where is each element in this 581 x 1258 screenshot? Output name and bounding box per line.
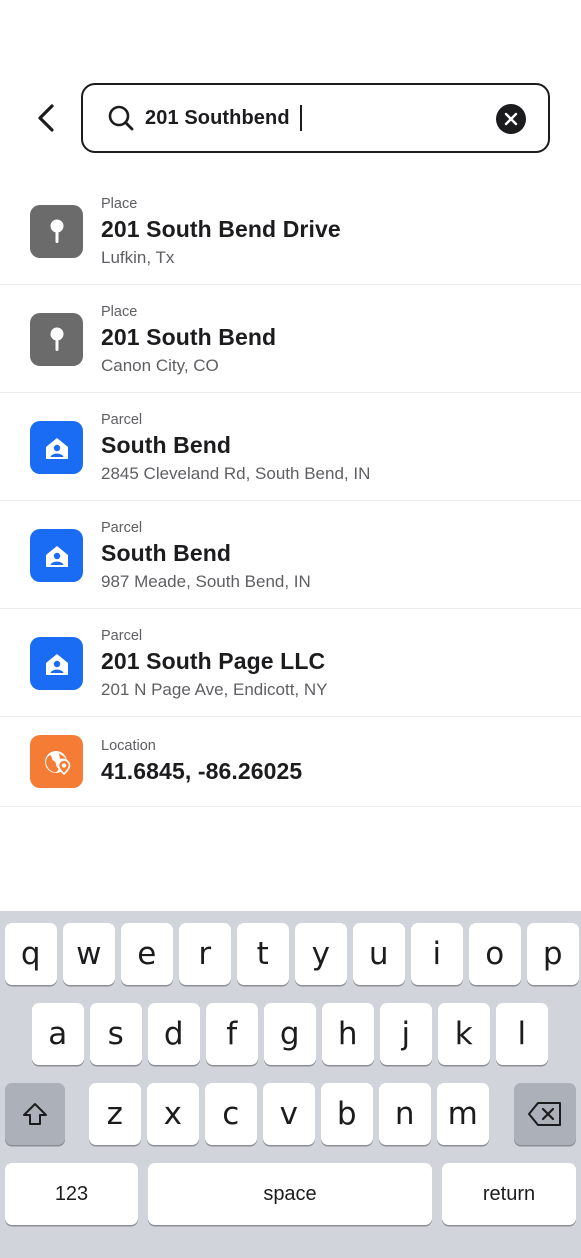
shift-arrow-icon: [23, 1103, 47, 1125]
key-x[interactable]: x: [147, 1083, 199, 1145]
key-s[interactable]: s: [90, 1003, 142, 1065]
parcel-owner-icon: [30, 421, 83, 474]
back-button[interactable]: [28, 99, 64, 137]
key-m[interactable]: m: [437, 1083, 489, 1145]
numbers-key[interactable]: 123: [5, 1163, 138, 1225]
key-z[interactable]: z: [89, 1083, 141, 1145]
pin-icon: [30, 205, 83, 258]
on-screen-keyboard: q w e r t y u i o p a s d f g h j k l z x c v b n m 123 space return: [0, 911, 581, 1258]
backspace-icon: [528, 1102, 561, 1126]
key-k[interactable]: k: [438, 1003, 490, 1065]
key-a[interactable]: a: [32, 1003, 84, 1065]
key-n[interactable]: n: [379, 1083, 431, 1145]
result-row-parcel[interactable]: Parcel South Bend 987 Meade, South Bend, I…: [0, 501, 581, 609]
key-c[interactable]: c: [205, 1083, 257, 1145]
result-subtitle: 2845 Cleveland Rd, South Bend, IN: [101, 464, 371, 483]
search-query-text: 201 Southbend: [145, 106, 290, 129]
key-h[interactable]: h: [322, 1003, 374, 1065]
key-i[interactable]: i: [411, 923, 463, 985]
key-y[interactable]: y: [295, 923, 347, 985]
search-input[interactable]: 201 Southbend: [81, 83, 550, 153]
result-text: Parcel 201 South Page LLC 201 N Page Ave, …: [101, 627, 328, 701]
result-row-parcel[interactable]: Parcel 201 South Page LLC 201 N Page Ave, …: [0, 609, 581, 717]
result-type-label: Location: [101, 738, 156, 754]
key-b[interactable]: b: [321, 1083, 373, 1145]
key-p[interactable]: p: [527, 923, 579, 985]
backspace-key[interactable]: [514, 1083, 576, 1145]
search-icon: [107, 104, 135, 132]
key-r[interactable]: r: [179, 923, 231, 985]
search-results-list: Place 201 South Bend Drive Lufkin, Tx Place…: [0, 177, 581, 807]
key-u[interactable]: u: [353, 923, 405, 985]
result-text: Location 41.6845, -86.26025: [101, 737, 302, 786]
result-title: 41.6845, -86.26025: [101, 758, 303, 784]
result-subtitle: Canon City, CO: [101, 356, 219, 375]
key-e[interactable]: e: [121, 923, 173, 985]
key-g[interactable]: g: [264, 1003, 316, 1065]
result-text: Parcel South Bend 987 Meade, South Bend, I…: [101, 519, 311, 593]
search-header: 201 Southbend: [0, 83, 581, 153]
return-key[interactable]: return: [442, 1163, 576, 1225]
result-type-label: Place: [101, 196, 138, 212]
parcel-owner-icon: [30, 637, 83, 690]
key-v[interactable]: v: [263, 1083, 315, 1145]
result-text: Place 201 South Bend Drive Lufkin, Tx: [101, 195, 341, 269]
result-type-label: Place: [101, 304, 138, 320]
chevron-left-icon: [38, 104, 54, 132]
key-f[interactable]: f: [206, 1003, 258, 1065]
result-subtitle: 201 N Page Ave, Endicott, NY: [101, 680, 328, 699]
text-cursor: [299, 105, 303, 131]
clear-search-button[interactable]: [496, 104, 526, 134]
key-l[interactable]: l: [496, 1003, 548, 1065]
pin-icon: [30, 313, 83, 366]
key-w[interactable]: w: [63, 923, 115, 985]
result-row-place[interactable]: Place 201 South Bend Drive Lufkin, Tx: [0, 177, 581, 285]
space-key[interactable]: space: [148, 1163, 432, 1225]
result-row-location[interactable]: Location 41.6845, -86.26025: [0, 717, 581, 807]
result-title: 201 South Bend Drive: [101, 216, 341, 242]
result-title: South Bend: [101, 432, 232, 458]
result-subtitle: Lufkin, Tx: [101, 248, 175, 267]
result-type-label: Parcel: [101, 412, 143, 428]
shift-key[interactable]: [5, 1083, 65, 1145]
key-j[interactable]: j: [380, 1003, 432, 1065]
result-text: Parcel South Bend 2845 Cleveland Rd, South…: [101, 411, 370, 485]
key-q[interactable]: q: [5, 923, 57, 985]
result-row-place[interactable]: Place 201 South Bend Canon City, CO: [0, 285, 581, 393]
globe-pin-icon: [30, 735, 83, 788]
result-type-label: Parcel: [101, 628, 143, 644]
close-icon: [504, 112, 518, 126]
key-t[interactable]: t: [237, 923, 289, 985]
parcel-owner-icon: [30, 529, 83, 582]
key-o[interactable]: o: [469, 923, 521, 985]
result-type-label: Parcel: [101, 520, 143, 536]
result-text: Place 201 South Bend Canon City, CO: [101, 303, 276, 377]
result-title: 201 South Page LLC: [101, 648, 326, 674]
result-row-parcel[interactable]: Parcel South Bend 2845 Cleveland Rd, South…: [0, 393, 581, 501]
result-title: 201 South Bend: [101, 324, 277, 350]
key-d[interactable]: d: [148, 1003, 200, 1065]
result-subtitle: 987 Meade, South Bend, IN: [101, 572, 311, 591]
result-title: South Bend: [101, 540, 232, 566]
